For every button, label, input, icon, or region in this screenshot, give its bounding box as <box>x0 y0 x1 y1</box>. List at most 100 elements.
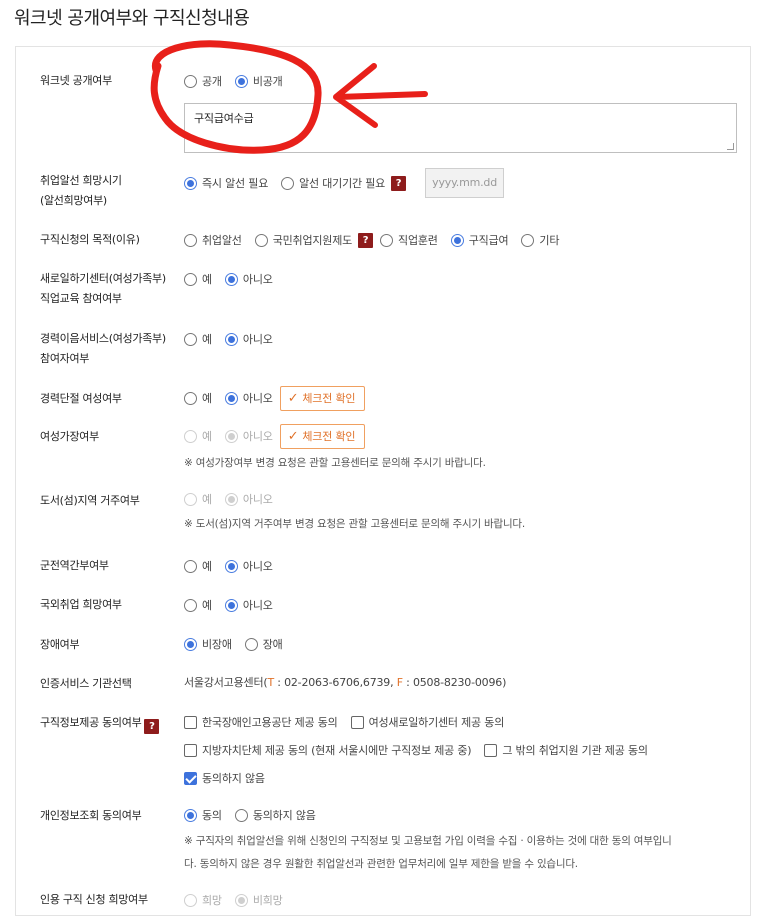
checkmark-icon: ✓ <box>287 428 299 444</box>
label-career-service: 경력이음서비스(여성가족부) 참여자여부 <box>40 332 166 365</box>
radio-circle <box>184 391 197 405</box>
label-purpose: 구직신청의 목적(이유) <box>40 233 140 246</box>
radio-yes[interactable]: 예 <box>184 558 212 574</box>
radio-private[interactable]: 비공개 <box>234 73 283 89</box>
radio-circle <box>450 233 464 247</box>
privacy-note-line1: ※ 구직자의 취업알선을 위해 신청인의 구직정보 및 고용보험 가입 이력을 … <box>184 835 672 847</box>
label-center: 인증서비스 기관선택 <box>40 677 132 690</box>
checkbox-box <box>184 771 197 785</box>
radio-no-hope[interactable]: 비희망 <box>234 892 283 908</box>
radio-circle <box>224 559 238 573</box>
radio-hope[interactable]: 희망 <box>184 892 222 908</box>
checkbox-saeil-center[interactable]: 여성새로일하기센터 제공 동의 <box>350 714 504 730</box>
radio-yes-disabled[interactable]: 예 <box>184 428 212 444</box>
radio-circle <box>184 808 197 822</box>
radio-disabled[interactable]: 장애 <box>244 636 283 652</box>
label-consent: 구직정보제공 동의여부? <box>40 713 160 734</box>
radio-circle <box>224 429 238 443</box>
question-mark-icon[interactable]: ? <box>358 232 374 248</box>
radio-non-disabled[interactable]: 비장애 <box>184 636 232 652</box>
radio-circle <box>254 233 268 247</box>
radio-circle <box>184 233 197 247</box>
radio-no-disabled[interactable]: 아니오 <box>224 491 273 507</box>
radio-circle <box>234 808 248 822</box>
radio-disagree[interactable]: 동의하지 않음 <box>234 807 316 823</box>
checkbox-box <box>184 743 197 757</box>
label-last: 인용 구직 신청 희망여부 <box>40 893 148 906</box>
radio-national-support[interactable]: 국민취업지원제도 <box>254 232 352 248</box>
radio-circle <box>184 893 197 907</box>
radio-circle <box>224 598 238 612</box>
radio-no[interactable]: 아니오 <box>224 597 273 613</box>
radio-no[interactable]: 아니오 <box>224 558 273 574</box>
radio-circle <box>184 429 197 443</box>
radio-circle <box>224 332 238 346</box>
radio-circle <box>184 637 197 651</box>
label-overseas: 국외취업 희망여부 <box>40 598 122 611</box>
check-before-button[interactable]: ✓ 체크전 확인 <box>279 423 366 449</box>
radio-no[interactable]: 아니오 <box>224 331 273 347</box>
radio-circle <box>281 176 295 190</box>
question-mark-icon[interactable]: ? <box>144 719 160 734</box>
checkbox-local-gov[interactable]: 지방자치단체 제공 동의 (현재 서울시에만 구직정보 제공 중) <box>184 742 472 758</box>
radio-immediate[interactable]: 즉시 알선 필요 <box>184 175 268 191</box>
female-head-note: ※ 여성가장여부 변경 요청은 관할 고용센터로 문의해 주시기 바랍니다. <box>184 457 486 469</box>
radio-circle <box>224 272 238 286</box>
checkbox-disability-agency[interactable]: 한국장애인고용공단 제공 동의 <box>184 714 338 730</box>
label-worknet-public: 워크넷 공개여부 <box>40 74 112 87</box>
radio-yes-disabled[interactable]: 예 <box>184 491 212 507</box>
radio-circle <box>184 74 197 88</box>
radio-training[interactable]: 직업훈련 <box>380 232 438 248</box>
radio-circle <box>184 272 197 286</box>
resize-handle-icon[interactable] <box>727 143 734 150</box>
radio-circle <box>224 492 238 506</box>
label-disability: 장애여부 <box>40 638 80 651</box>
label-career-break: 경력단절 여성여부 <box>40 392 122 405</box>
checkmark-icon: ✓ <box>287 390 299 406</box>
check-before-button[interactable]: ✓ 체크전 확인 <box>279 385 366 411</box>
question-mark-icon[interactable]: ? <box>391 175 407 191</box>
page-title: 워크넷 공개여부와 구직신청내용 <box>14 8 250 29</box>
privacy-note-line2: 다. 동의하지 않은 경우 원활한 취업알선과 관련한 업무처리에 일부 제한을… <box>184 858 578 870</box>
label-saeil: 새로일하기센터(여성가족부) 직업교육 참여여부 <box>40 272 166 305</box>
radio-yes[interactable]: 예 <box>184 331 212 347</box>
radio-public[interactable]: 공개 <box>184 73 222 89</box>
date-input[interactable]: yyyy.mm.dd <box>425 168 505 198</box>
checkbox-other-agency[interactable]: 그 밖의 취업지원 기관 제공 동의 <box>484 742 648 758</box>
radio-yes[interactable]: 예 <box>184 271 212 287</box>
label-privacy: 개인정보조회 동의여부 <box>40 809 142 822</box>
checkbox-disagree[interactable]: 동의하지 않음 <box>184 770 265 786</box>
radio-benefit[interactable]: 구직급여 <box>450 232 509 248</box>
radio-no[interactable]: 아니오 <box>224 271 273 287</box>
radio-agree[interactable]: 동의 <box>184 807 222 823</box>
checkbox-box <box>184 715 197 729</box>
label-female-head: 여성가장여부 <box>40 430 99 443</box>
radio-circle <box>234 74 248 88</box>
radio-job-placement[interactable]: 취업알선 <box>184 232 242 248</box>
radio-circle <box>244 637 258 651</box>
label-island: 도서(섬)지역 거주여부 <box>40 494 140 507</box>
radio-circle <box>184 332 197 346</box>
radio-circle <box>224 391 238 405</box>
checkbox-box <box>484 743 498 757</box>
checkbox-box <box>350 715 364 729</box>
radio-circle <box>380 233 394 247</box>
radio-no[interactable]: 아니오 <box>224 390 273 406</box>
radio-wait[interactable]: 알선 대기기간 필요 <box>281 175 385 191</box>
radio-circle <box>184 176 197 190</box>
radio-no-disabled[interactable]: 아니오 <box>224 428 273 444</box>
radio-circle <box>184 559 197 573</box>
label-hope-time: 취업알선 희망시기 (알선희망여부) <box>40 174 122 207</box>
radio-circle <box>184 598 197 612</box>
label-military: 군전역간부여부 <box>40 559 109 572</box>
radio-other[interactable]: 기타 <box>521 232 559 248</box>
form-panel: 워크넷 공개여부 공개 비공개 구직급여수급 취업알선 희망시기 (알선희망여부)… <box>15 46 751 916</box>
radio-yes[interactable]: 예 <box>184 390 212 406</box>
radio-circle <box>521 233 535 247</box>
island-note: ※ 도서(섬)지역 거주여부 변경 요청은 관할 고용센터로 문의해 주시기 바… <box>184 518 526 530</box>
worknet-textarea[interactable]: 구직급여수급 <box>184 103 737 153</box>
center-info: 서울강서고용센터(T : 02-2063-6706,6739, F : 0508… <box>184 676 507 689</box>
radio-circle <box>234 893 248 907</box>
radio-circle <box>184 492 197 506</box>
radio-yes[interactable]: 예 <box>184 597 212 613</box>
